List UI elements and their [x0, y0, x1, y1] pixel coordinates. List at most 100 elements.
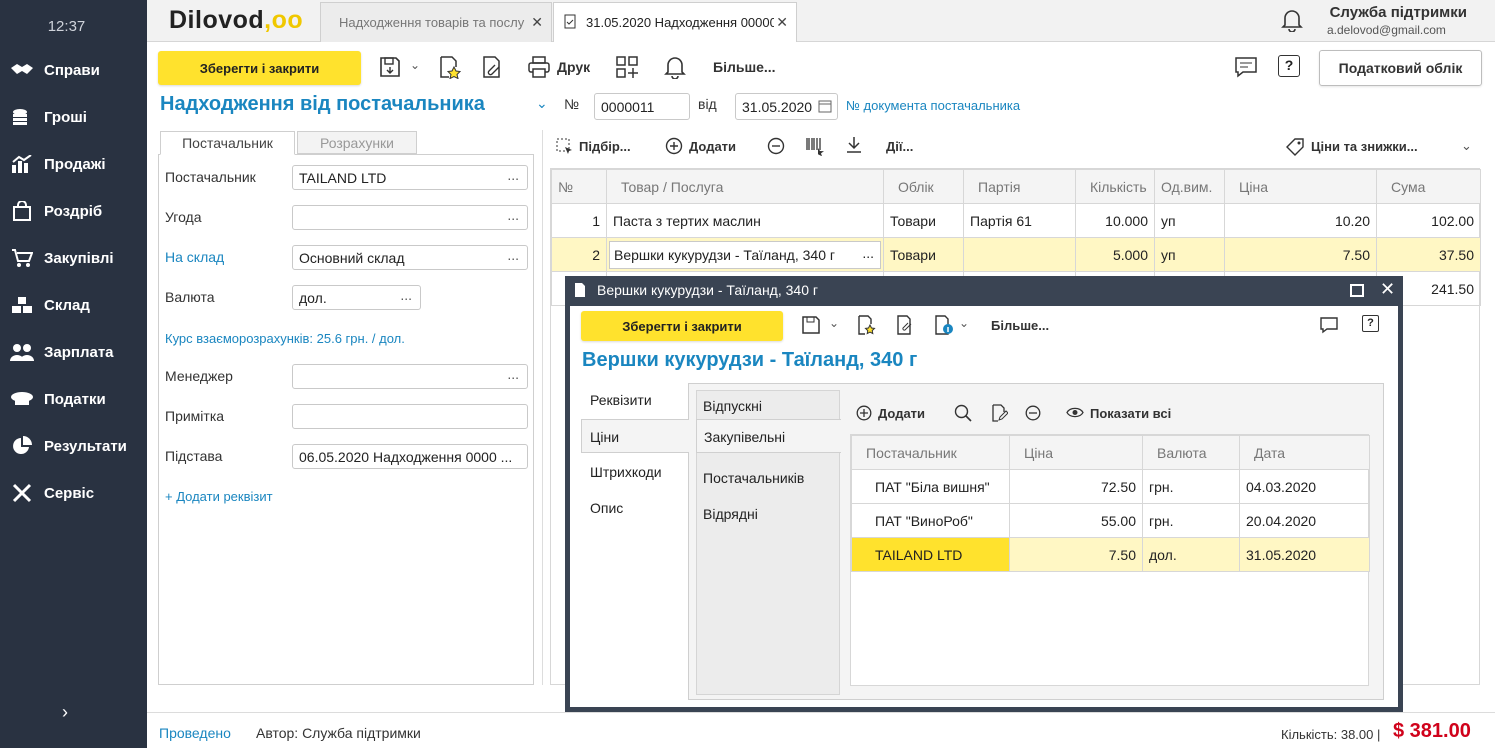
calendar-icon[interactable] — [818, 99, 832, 116]
cell[interactable]: 55.00 — [1009, 503, 1143, 538]
cell[interactable]: 5.000 — [1075, 237, 1155, 272]
vtab-requisites[interactable]: Реквізити — [590, 392, 652, 408]
col-header[interactable]: Ціна — [1009, 435, 1143, 470]
minus-circle-icon[interactable] — [767, 137, 785, 158]
vtab-description[interactable]: Опис — [590, 500, 623, 516]
more-dots-icon[interactable]: ... — [507, 167, 519, 183]
close-icon[interactable]: ✕ — [531, 14, 543, 31]
cell[interactable]: грн. — [1142, 469, 1240, 504]
download-icon[interactable] — [845, 136, 863, 157]
cell[interactable]: дол. — [1142, 537, 1240, 572]
nav-servis[interactable]: Сервіс — [10, 478, 94, 508]
col-header[interactable]: № — [551, 169, 607, 204]
prices-discounts-button[interactable]: Ціни та знижки... — [1311, 139, 1418, 154]
cell[interactable]: 04.03.2020 — [1239, 469, 1370, 504]
chevron-down-icon[interactable]: ⌄ — [536, 95, 548, 112]
note-field[interactable] — [292, 404, 528, 429]
chevron-down-icon[interactable]: ⌄ — [959, 316, 969, 330]
col-header[interactable]: Кількість — [1075, 169, 1155, 204]
cell[interactable]: уп — [1154, 237, 1225, 272]
logo[interactable]: Dilovod,oo — [169, 6, 303, 35]
help-icon[interactable]: ? — [1362, 315, 1379, 332]
table-row[interactable]: ПАТ "Біла вишня" 72.50 грн. 04.03.2020 — [851, 469, 1370, 504]
bell-icon[interactable] — [664, 55, 686, 82]
chevron-down-icon[interactable]: ⌄ — [410, 58, 420, 72]
tax-accounting-button[interactable]: Податковий облік — [1319, 50, 1482, 86]
nav-prodazhi[interactable]: Продажі — [10, 149, 106, 179]
tab-settlements[interactable]: Розрахунки — [297, 131, 417, 154]
cell[interactable]: 10.20 — [1224, 203, 1377, 238]
table-row[interactable]: ПАТ "ВиноРоб" 55.00 грн. 20.04.2020 — [851, 503, 1370, 538]
support-name[interactable]: Служба підтримки — [1330, 4, 1467, 21]
printer-icon[interactable] — [527, 55, 551, 82]
col-header[interactable]: Облік — [883, 169, 964, 204]
save-icon[interactable] — [801, 315, 821, 338]
subtab-suppliers[interactable]: Постачальників — [703, 470, 804, 486]
favorite-doc-icon[interactable] — [437, 55, 462, 82]
actions-button[interactable]: Дії... — [886, 139, 913, 154]
nav-rezultaty[interactable]: Результати — [10, 431, 127, 461]
maximize-icon[interactable] — [1350, 284, 1364, 297]
more-dots-icon[interactable]: ... — [862, 245, 874, 261]
col-header[interactable]: Партія — [963, 169, 1076, 204]
chevron-down-icon[interactable]: ⌄ — [1461, 138, 1472, 154]
col-header[interactable]: Валюта — [1142, 435, 1240, 470]
bell-icon[interactable] — [1281, 8, 1303, 35]
plus-circle-icon[interactable] — [665, 137, 683, 158]
plus-circle-icon[interactable] — [856, 405, 872, 424]
search-icon[interactable] — [954, 404, 972, 425]
supplier-field[interactable]: TAILAND LTD... — [292, 165, 528, 190]
print-button[interactable]: Друк — [557, 59, 590, 75]
tab-receipts-list[interactable]: Надходження товарів та послу ✕ — [320, 2, 552, 42]
nav-rozdrib[interactable]: Роздріб — [10, 196, 102, 226]
col-header[interactable]: Од.вим. — [1154, 169, 1225, 204]
col-header[interactable]: Постачальник — [851, 435, 1010, 470]
cell[interactable]: 72.50 — [1009, 469, 1143, 504]
show-all-button[interactable]: Показати всі — [1090, 406, 1171, 421]
table-row-selected[interactable]: 2 Вершки кукурудзи - Таїланд, 340 г... Т… — [551, 237, 1481, 272]
tab-supplier[interactable]: Постачальник — [160, 131, 295, 155]
subtab-travel[interactable]: Відрядні — [703, 506, 758, 522]
col-header[interactable]: Дата — [1239, 435, 1370, 470]
add-grid-icon[interactable] — [615, 55, 639, 82]
nav-podatky[interactable]: Податки — [10, 384, 106, 414]
subtab-retail[interactable]: Відпускні — [703, 398, 762, 414]
nav-groshi[interactable]: Гроші — [10, 102, 87, 132]
attach-doc-icon[interactable] — [895, 315, 915, 338]
cell[interactable]: 20.04.2020 — [1239, 503, 1370, 538]
save-icon[interactable] — [378, 55, 402, 82]
warehouse-field[interactable]: Основний склад... — [292, 245, 528, 270]
nav-sklad[interactable]: Склад — [10, 290, 90, 320]
edit-doc-icon[interactable] — [990, 404, 1009, 425]
eye-icon[interactable] — [1066, 406, 1084, 422]
cell[interactable]: 10.000 — [1075, 203, 1155, 238]
cell[interactable]: ПАТ "Біла вишня" — [851, 469, 1010, 504]
manager-field[interactable]: ... — [292, 364, 528, 389]
comment-icon[interactable] — [1319, 316, 1339, 337]
barcode-icon[interactable] — [805, 136, 825, 159]
attach-doc-icon[interactable] — [480, 55, 504, 82]
save-close-button[interactable]: Зберегти і закрити — [158, 51, 361, 85]
doc-date-field[interactable]: 31.05.2020 — [735, 93, 838, 120]
dialog-add-button[interactable]: Додати — [878, 406, 925, 421]
cell[interactable]: грн. — [1142, 503, 1240, 538]
cell-editing[interactable]: Вершки кукурудзи - Таїланд, 340 г... — [606, 237, 884, 272]
col-header[interactable]: Товар / Послуга — [606, 169, 884, 204]
currency-field[interactable]: дол.... — [292, 285, 421, 310]
more-dots-icon[interactable]: ... — [507, 207, 519, 223]
nav-zarplata[interactable]: Зарплата — [10, 337, 114, 367]
more-dots-icon[interactable]: ... — [507, 366, 519, 382]
minus-circle-icon[interactable] — [1025, 405, 1041, 424]
cell[interactable]: 37.50 — [1376, 237, 1481, 272]
cell[interactable]: ПАТ "ВиноРоб" — [851, 503, 1010, 538]
cell[interactable]: 102.00 — [1376, 203, 1481, 238]
nav-sprava[interactable]: Справи — [10, 55, 100, 85]
selection-icon[interactable] — [556, 138, 574, 159]
price-tag-icon[interactable] — [1285, 137, 1305, 160]
cell[interactable]: Товари — [883, 203, 964, 238]
doc-number-field[interactable]: 0000011 — [594, 93, 690, 120]
cell[interactable]: TAILAND LTD — [851, 537, 1010, 572]
vtab-barcodes[interactable]: Штрихкоди — [590, 464, 662, 480]
table-row-selected[interactable]: TAILAND LTD 7.50 дол. 31.05.2020 — [851, 537, 1370, 572]
exchange-rate-link[interactable]: Курс взаєморозрахунків: 25.6 грн. / дол. — [165, 331, 405, 346]
